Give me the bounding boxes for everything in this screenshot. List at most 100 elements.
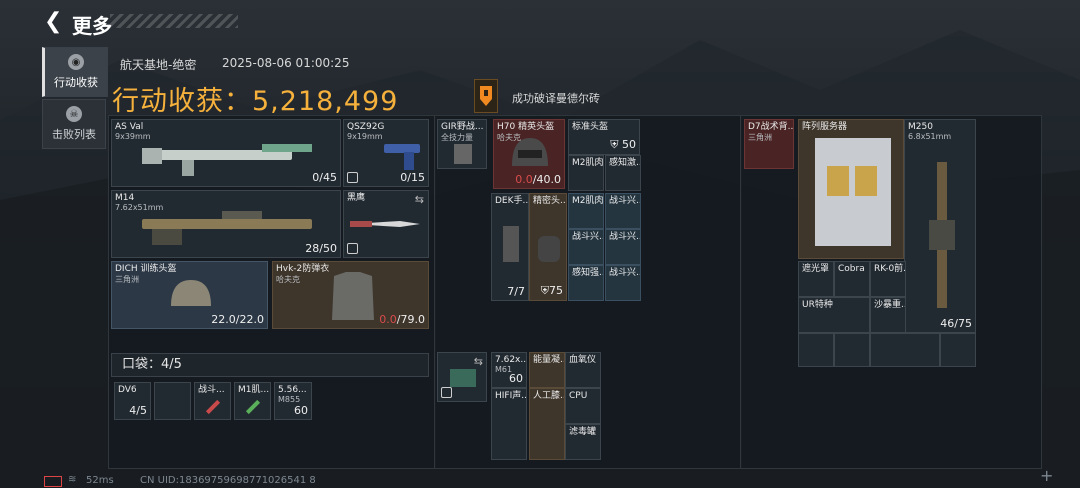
weapon-slot-secondary[interactable]: M14 7.62x51mm 28/50	[111, 190, 341, 258]
attachment-item[interactable]: 遮光罩	[798, 261, 834, 297]
rig-item[interactable]: 标准头盔 ⛨ 50	[568, 119, 640, 155]
pocket-item[interactable]: 5.56... M855 60	[274, 382, 312, 420]
item-name: M1肌...	[238, 385, 270, 395]
attachment-item[interactable]: 沙暴重...	[870, 297, 906, 333]
armor-slot[interactable]: Hvk-2防弹衣 哈夫克 0.0/79.0	[272, 261, 429, 329]
pocket-item-empty[interactable]	[154, 382, 191, 420]
bag-item[interactable]: 7.62x... M61 60	[491, 352, 527, 388]
bag-item[interactable]: CPU	[565, 388, 601, 424]
attachment-item[interactable]	[834, 333, 870, 367]
gun-slot-backpack[interactable]: M250 6.8x51mm 46/75	[904, 119, 976, 333]
rig-item[interactable]: 感知强...	[568, 265, 604, 301]
pocket-item[interactable]: 战斗...	[194, 382, 231, 420]
weapon-ammo: 0/45	[312, 171, 337, 184]
armor-origin: 哈夫克	[276, 275, 300, 284]
attachment-item[interactable]: UR特种	[798, 297, 870, 333]
item-name: 人工膝...	[533, 391, 564, 401]
attachment-item[interactable]	[870, 333, 940, 367]
pocket-item[interactable]: M1肌...	[234, 382, 271, 420]
loot-value-row: 行动收获：5,218,499	[112, 79, 398, 118]
item-name: 能量凝...	[533, 355, 564, 365]
item-name: Cobra	[838, 264, 865, 274]
rifle-icon	[142, 211, 312, 245]
bag-item[interactable]: 人工膝...	[529, 388, 565, 460]
rig-item[interactable]: 战斗兴...	[605, 229, 641, 265]
weapon-slot-pistol[interactable]: QSZ92G 9x19mm 0/15	[343, 119, 429, 187]
rig-item[interactable]: 战斗兴...	[605, 193, 641, 229]
item-name: 阵列服务器	[802, 122, 848, 132]
secure-mark-icon	[441, 387, 452, 398]
rig-item[interactable]: 精密头... ⛨75	[529, 193, 567, 301]
tab-loot-label: 行动收获	[54, 76, 98, 89]
attachment-item[interactable]	[940, 333, 976, 367]
backpack-slot[interactable]: ⇆	[437, 352, 487, 402]
crosshair-icon: +	[1040, 466, 1054, 485]
rig-item[interactable]: DEK手... 7/7	[491, 193, 529, 301]
item-count-row: ⛨ 50	[610, 138, 636, 152]
item-count: 4/5	[129, 404, 147, 417]
swap-icon[interactable]: ⇆	[415, 193, 424, 206]
item-name: D7战术背...	[748, 122, 794, 132]
armor-durability-max: /79.0	[396, 313, 425, 326]
item-name: 战斗兴...	[609, 268, 640, 278]
bag-item[interactable]: 血氧仪	[565, 352, 601, 388]
item-name: M2肌肉...	[572, 196, 604, 206]
rig-item[interactable]: 战斗兴...	[568, 229, 604, 265]
pocket-item[interactable]: DV6 4/5	[114, 382, 151, 420]
durability-current: 0.0	[515, 173, 533, 186]
item-name: HIFI声...	[495, 391, 527, 401]
achievement-medal-icon[interactable]	[474, 79, 498, 113]
back-icon[interactable]: ❮	[44, 10, 64, 34]
server-icon	[815, 138, 891, 246]
secure-mark-icon	[347, 172, 358, 183]
bag-item[interactable]: HIFI声...	[491, 388, 527, 460]
item-name: 遮光罩	[802, 264, 830, 274]
item-name: M250	[908, 122, 933, 132]
battery-icon	[44, 476, 62, 487]
item-ammo: 46/75	[940, 317, 972, 330]
weapon-name: QSZ92G	[347, 122, 385, 132]
syringe-icon	[205, 399, 221, 415]
item-name: DV6	[118, 385, 137, 395]
tab-kills[interactable]: ☠ 击败列表	[42, 99, 106, 149]
armor-durability: 0.0/79.0	[379, 313, 425, 326]
tab-loot[interactable]: ◉ 行动收获	[42, 47, 108, 97]
tool-icon	[503, 226, 519, 262]
rig-helmet-slot[interactable]: H70 精英头盔 哈夫克 0.0/40.0	[493, 119, 565, 189]
ping-text: 52ms	[86, 475, 114, 486]
rig-item[interactable]: M2肌肉...	[568, 193, 604, 229]
helmet-icon	[171, 280, 211, 306]
item-name: 标准头盔	[572, 122, 609, 132]
item-name: 感知激...	[609, 158, 640, 168]
tab-kills-label: 击败列表	[52, 128, 96, 141]
armor-durability-current: 0.0	[379, 313, 397, 326]
item-name: 战斗...	[198, 385, 225, 395]
armor-name: Hvk-2防弹衣	[276, 264, 330, 274]
backpack-icon	[450, 369, 476, 387]
helmet-slot[interactable]: DICH 训练头盔 三角洲 22.0/22.0	[111, 261, 268, 329]
match-datetime: 2025-08-06 01:00:25	[222, 56, 350, 70]
loot-icon: ◉	[68, 54, 84, 70]
attachment-item[interactable]	[798, 333, 834, 367]
bag-item[interactable]: 能量凝...	[529, 352, 565, 388]
server-slot[interactable]: 阵列服务器	[798, 119, 904, 259]
bag-item[interactable]: 滤毒罐	[565, 424, 601, 460]
map-name: 航天基地-绝密	[120, 58, 197, 72]
item-name: M2肌肉...	[572, 158, 604, 168]
backpack-bag-slot[interactable]: D7战术背... 三角洲	[744, 119, 794, 169]
attachment-item[interactable]: Cobra	[834, 261, 870, 297]
title-decoration	[110, 14, 238, 28]
rig-item[interactable]: 感知激...	[605, 155, 641, 191]
item-count-row: ⛨75	[541, 284, 563, 298]
page-title: 更多	[72, 14, 112, 38]
item-durability: 0.0/40.0	[515, 173, 561, 186]
weapon-slot-primary[interactable]: AS Val 9x39mm 0/45	[111, 119, 341, 187]
rig-item[interactable]: 战斗兴...	[605, 265, 641, 301]
item-sub: 6.8x51mm	[908, 132, 952, 141]
attachment-item[interactable]: RK-0前...	[870, 261, 906, 297]
rifle-icon	[142, 144, 312, 176]
rig-item[interactable]: M2肌肉...	[568, 155, 604, 191]
melee-slot[interactable]: 黑鹰 ⇆	[343, 190, 429, 258]
knife-icon	[350, 221, 420, 227]
rig-item[interactable]: GIR野战... 全技力量	[437, 119, 487, 169]
